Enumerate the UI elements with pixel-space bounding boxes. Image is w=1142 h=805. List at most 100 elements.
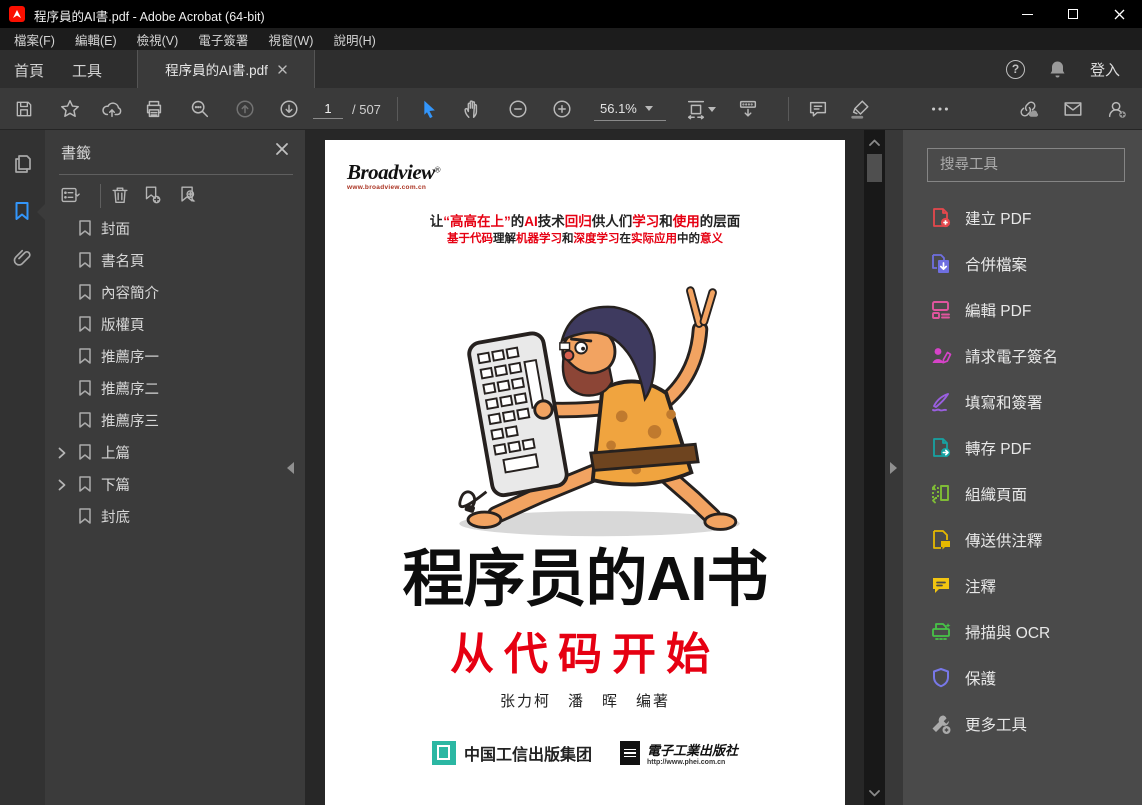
chevron-down-icon[interactable] [708,107,716,112]
comment-tool-button[interactable] [806,97,830,121]
attachments-panel-button[interactable] [10,246,34,270]
tool-item-request-esign[interactable]: 請求電子簽名 [903,338,1142,374]
tab-close-icon[interactable] [278,64,287,74]
send-comments-icon [929,528,953,552]
bookmark-item[interactable]: 內容簡介 [45,276,305,308]
tool-item-export-pdf[interactable]: 轉存 PDF [903,430,1142,466]
acrobat-window: 程序員的AI書.pdf - Adobe Acrobat (64-bit) 檔案(… [0,0,1142,805]
favorite-star-button[interactable] [58,97,82,121]
cloud-upload-icon [102,102,122,118]
more-tools-menu-button[interactable] [928,97,952,121]
share-link-button[interactable] [1016,97,1040,121]
tool-item-organize-pages[interactable]: 組織頁面 [903,476,1142,512]
scrolling-pages-icon [739,100,757,117]
bookmark-item[interactable]: 版權頁 [45,308,305,340]
bookmark-item[interactable]: 推薦序二 [45,372,305,404]
find-button[interactable] [188,97,212,121]
document-view: Broadview® www.broadview.com.cn 让“高高在上”的… [305,130,864,805]
tool-item-protect[interactable]: 保護 [903,660,1142,696]
search-icon [191,100,209,118]
bookmark-icon [77,411,93,429]
expand-chevron-icon[interactable] [56,478,68,491]
bookmark-icon [77,507,93,525]
tool-item-fill-sign[interactable]: 填寫和簽署 [903,384,1142,420]
fit-page-button[interactable] [684,97,708,121]
account-button[interactable] [1105,97,1129,121]
page-thumbnails-button[interactable] [10,152,34,176]
bookmarks-panel-button[interactable] [10,199,34,223]
menu-file[interactable]: 檔案(F) [4,28,65,51]
vertical-scrollbar[interactable] [864,130,885,805]
hand-tool-button[interactable] [460,97,484,121]
page-number-input[interactable] [313,99,343,119]
notifications-bell-icon[interactable] [1049,60,1066,79]
tool-item-combine-files[interactable]: 合併檔案 [903,246,1142,282]
delete-bookmark-button[interactable] [109,184,133,208]
bookmark-item[interactable]: 推薦序一 [45,340,305,372]
tool-label: 更多工具 [965,717,1028,734]
bookmark-item[interactable]: 封底 [45,500,305,532]
bookmarks-close-button[interactable] [275,142,291,158]
expand-chevron-icon[interactable] [56,446,68,459]
email-button[interactable] [1061,97,1085,121]
plus-circle-icon [553,100,571,118]
menu-view[interactable]: 檢視(V) [127,28,189,51]
tab-tools[interactable]: 工具 [72,60,102,81]
tool-label: 合併檔案 [965,257,1028,274]
bookmark-item[interactable]: 推薦序三 [45,404,305,436]
scrollbar-thumb[interactable] [867,154,882,182]
menu-edit[interactable]: 編輯(E) [65,28,127,51]
search-tools-input[interactable] [927,148,1125,182]
help-button[interactable]: ? [1005,59,1025,79]
tool-item-edit-pdf[interactable]: 編輯 PDF [903,292,1142,328]
tool-item-scan-ocr[interactable]: 掃描與 OCR [903,614,1142,650]
tool-item-create-pdf[interactable]: 建立 PDF [903,200,1142,236]
bookmark-item[interactable]: 封面 [45,212,305,244]
next-page-button[interactable] [277,97,301,121]
bookmark-item[interactable]: 上篇 [45,436,305,468]
sign-in-button[interactable]: 登入 [1090,59,1120,80]
zoom-out-button[interactable] [506,97,530,121]
expand-right-panel-handle[interactable] [890,462,897,474]
scroll-mode-button[interactable] [736,97,760,121]
shield-icon [929,666,953,690]
bookmark-item[interactable]: 書名頁 [45,244,305,276]
add-bookmark-button[interactable] [141,184,165,208]
chevron-down-icon [644,106,653,111]
tool-label: 請求電子簽名 [965,349,1059,366]
share-cloud-button[interactable] [100,97,124,121]
close-button[interactable] [1096,0,1142,28]
pdf-page: Broadview® www.broadview.com.cn 让“高高在上”的… [325,140,845,805]
menu-window[interactable]: 視窗(W) [258,28,323,51]
menu-esign[interactable]: 電子簽署 [188,28,258,51]
bookmark-options-button[interactable] [59,184,83,208]
tool-item-comment[interactable]: 注釋 [903,568,1142,604]
zoom-level-dropdown[interactable]: 56.1% [594,97,666,121]
navigation-rail [0,130,45,805]
collapse-left-panel-handle[interactable] [287,462,294,474]
selection-tool-button[interactable] [416,97,440,121]
highlight-tool-button[interactable] [848,97,872,121]
goto-bookmark-button[interactable] [177,184,201,208]
menu-help[interactable]: 說明(H) [323,28,385,51]
print-button[interactable] [142,97,166,121]
save-button[interactable] [12,97,36,121]
tool-item-send-for-comments[interactable]: 傳送供注釋 [903,522,1142,558]
tab-document-label: 程序員的AI書.pdf [165,63,268,78]
bookmark-item[interactable]: 下篇 [45,468,305,500]
minimize-button[interactable] [1004,0,1050,28]
tool-label: 保護 [965,671,997,688]
maximize-button[interactable] [1050,0,1096,28]
organize-pages-icon [929,482,953,506]
page-down-icon [280,100,298,118]
scroll-down-button[interactable] [864,785,885,801]
minimize-icon [1021,13,1033,15]
scroll-up-button[interactable] [864,134,885,150]
tab-document[interactable]: 程序員的AI書.pdf [137,50,315,88]
zoom-in-button[interactable] [550,97,574,121]
previous-page-button[interactable] [233,97,257,121]
tab-home[interactable]: 首頁 [14,60,44,81]
chevron-down-icon [869,789,880,796]
bookmark-icon [77,379,93,397]
tool-item-more-tools[interactable]: 更多工具 [903,706,1142,742]
